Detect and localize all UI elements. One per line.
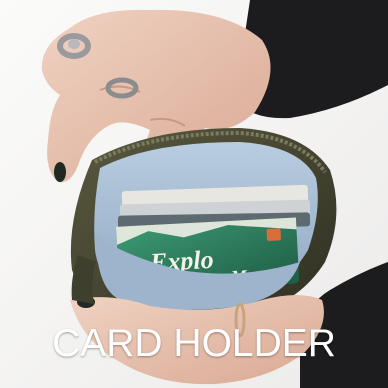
photo-frame: Explo M CARD HOLDER [0, 0, 388, 388]
card-sticker [266, 228, 281, 241]
painted-nail [54, 162, 66, 182]
caption-text: CARD HOLDER [52, 322, 336, 365]
ring-icon [68, 39, 80, 49]
